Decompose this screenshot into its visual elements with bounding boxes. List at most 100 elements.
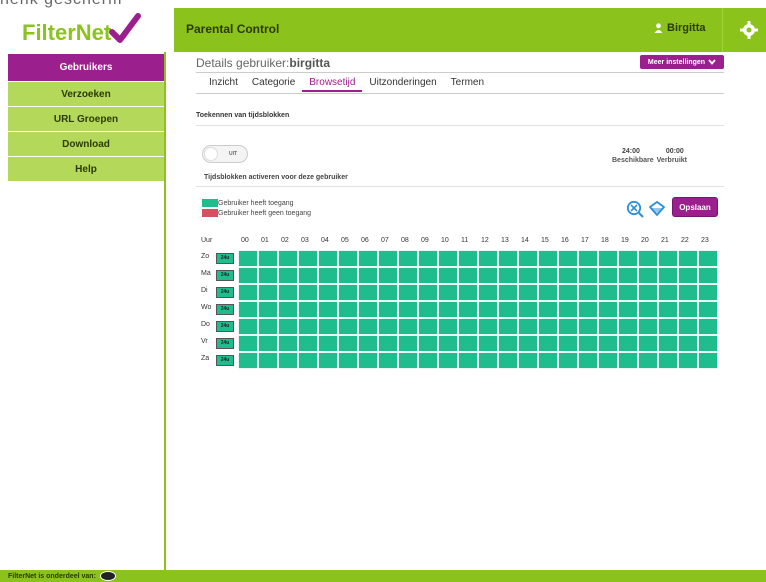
- schedule-cell[interactable]: [638, 284, 658, 301]
- schedule-cell[interactable]: [598, 318, 618, 335]
- schedule-cell[interactable]: [438, 250, 458, 267]
- schedule-cell[interactable]: [398, 301, 418, 318]
- user-menu[interactable]: Birgitta: [654, 22, 706, 34]
- schedule-cell[interactable]: [418, 318, 438, 335]
- schedule-cell[interactable]: [578, 267, 598, 284]
- schedule-cell[interactable]: [578, 301, 598, 318]
- schedule-cell[interactable]: [278, 267, 298, 284]
- schedule-cell[interactable]: [278, 352, 298, 369]
- schedule-cell[interactable]: [438, 335, 458, 352]
- schedule-cell[interactable]: [258, 301, 278, 318]
- schedule-cell[interactable]: [538, 284, 558, 301]
- schedule-cell[interactable]: [638, 352, 658, 369]
- schedule-cell[interactable]: [498, 250, 518, 267]
- schedule-cell[interactable]: [298, 267, 318, 284]
- schedule-cell[interactable]: [558, 250, 578, 267]
- schedule-cell[interactable]: [378, 352, 398, 369]
- day-total-chip[interactable]: 24u: [216, 304, 234, 315]
- schedule-cell[interactable]: [318, 301, 338, 318]
- schedule-cell[interactable]: [678, 250, 698, 267]
- sidebar-item-download[interactable]: Download: [8, 132, 164, 157]
- sidebar-item-url-groepen[interactable]: URL Groepen: [8, 107, 164, 132]
- save-button[interactable]: Opslaan: [672, 197, 718, 217]
- tab-inzicht[interactable]: Inzicht: [202, 76, 245, 92]
- schedule-cell[interactable]: [478, 335, 498, 352]
- schedule-cell[interactable]: [598, 301, 618, 318]
- schedule-cell[interactable]: [698, 267, 718, 284]
- schedule-cell[interactable]: [258, 267, 278, 284]
- schedule-cell[interactable]: [298, 352, 318, 369]
- schedule-cell[interactable]: [478, 267, 498, 284]
- schedule-cell[interactable]: [478, 284, 498, 301]
- schedule-cell[interactable]: [618, 352, 638, 369]
- schedule-cell[interactable]: [278, 301, 298, 318]
- schedule-cell[interactable]: [538, 301, 558, 318]
- schedule-grid[interactable]: [238, 250, 719, 370]
- schedule-cell[interactable]: [358, 301, 378, 318]
- tab-categorie[interactable]: Categorie: [245, 76, 302, 92]
- schedule-cell[interactable]: [458, 250, 478, 267]
- schedule-cell[interactable]: [258, 335, 278, 352]
- schedule-cell[interactable]: [338, 352, 358, 369]
- schedule-cell[interactable]: [638, 335, 658, 352]
- schedule-cell[interactable]: [298, 284, 318, 301]
- schedule-cell[interactable]: [678, 335, 698, 352]
- schedule-cell[interactable]: [658, 301, 678, 318]
- schedule-cell[interactable]: [638, 301, 658, 318]
- schedule-cell[interactable]: [378, 267, 398, 284]
- schedule-cell[interactable]: [258, 250, 278, 267]
- schedule-cell[interactable]: [518, 352, 538, 369]
- day-total-chip[interactable]: 24u: [216, 321, 234, 332]
- schedule-cell[interactable]: [278, 284, 298, 301]
- schedule-cell[interactable]: [438, 284, 458, 301]
- schedule-cell[interactable]: [618, 318, 638, 335]
- schedule-cell[interactable]: [338, 250, 358, 267]
- schedule-cell[interactable]: [338, 284, 358, 301]
- schedule-cell[interactable]: [238, 318, 258, 335]
- schedule-cell[interactable]: [418, 250, 438, 267]
- schedule-cell[interactable]: [698, 250, 718, 267]
- schedule-cell[interactable]: [478, 318, 498, 335]
- schedule-cell[interactable]: [398, 284, 418, 301]
- tab-uitzonderingen[interactable]: Uitzonderingen: [362, 76, 443, 92]
- schedule-cell[interactable]: [338, 318, 358, 335]
- schedule-cell[interactable]: [398, 352, 418, 369]
- schedule-cell[interactable]: [578, 335, 598, 352]
- schedule-cell[interactable]: [298, 250, 318, 267]
- schedule-cell[interactable]: [398, 335, 418, 352]
- schedule-cell[interactable]: [698, 318, 718, 335]
- schedule-cell[interactable]: [618, 250, 638, 267]
- schedule-cell[interactable]: [598, 250, 618, 267]
- schedule-cell[interactable]: [558, 318, 578, 335]
- schedule-cell[interactable]: [418, 284, 438, 301]
- schedule-cell[interactable]: [538, 267, 558, 284]
- schedule-cell[interactable]: [318, 250, 338, 267]
- schedule-cell[interactable]: [358, 335, 378, 352]
- schedule-cell[interactable]: [538, 335, 558, 352]
- schedule-cell[interactable]: [378, 284, 398, 301]
- schedule-cell[interactable]: [378, 318, 398, 335]
- schedule-cell[interactable]: [498, 284, 518, 301]
- schedule-cell[interactable]: [698, 301, 718, 318]
- schedule-cell[interactable]: [558, 301, 578, 318]
- schedule-cell[interactable]: [498, 301, 518, 318]
- schedule-cell[interactable]: [318, 318, 338, 335]
- schedule-cell[interactable]: [678, 352, 698, 369]
- schedule-cell[interactable]: [378, 335, 398, 352]
- schedule-cell[interactable]: [298, 335, 318, 352]
- day-total-chip[interactable]: 24u: [216, 355, 234, 366]
- schedule-cell[interactable]: [458, 318, 478, 335]
- schedule-cell[interactable]: [238, 352, 258, 369]
- tab-browsetijd[interactable]: Browsetijd: [302, 76, 363, 92]
- filternet-logo[interactable]: FilterNet: [8, 8, 174, 52]
- meer-instellingen-button[interactable]: Meer instellingen: [640, 55, 724, 69]
- schedule-cell[interactable]: [358, 267, 378, 284]
- schedule-cell[interactable]: [598, 352, 618, 369]
- schedule-cell[interactable]: [658, 284, 678, 301]
- schedule-cell[interactable]: [698, 284, 718, 301]
- schedule-cell[interactable]: [598, 267, 618, 284]
- schedule-cell[interactable]: [438, 267, 458, 284]
- schedule-cell[interactable]: [378, 250, 398, 267]
- schedule-cell[interactable]: [578, 352, 598, 369]
- schedule-cell[interactable]: [618, 267, 638, 284]
